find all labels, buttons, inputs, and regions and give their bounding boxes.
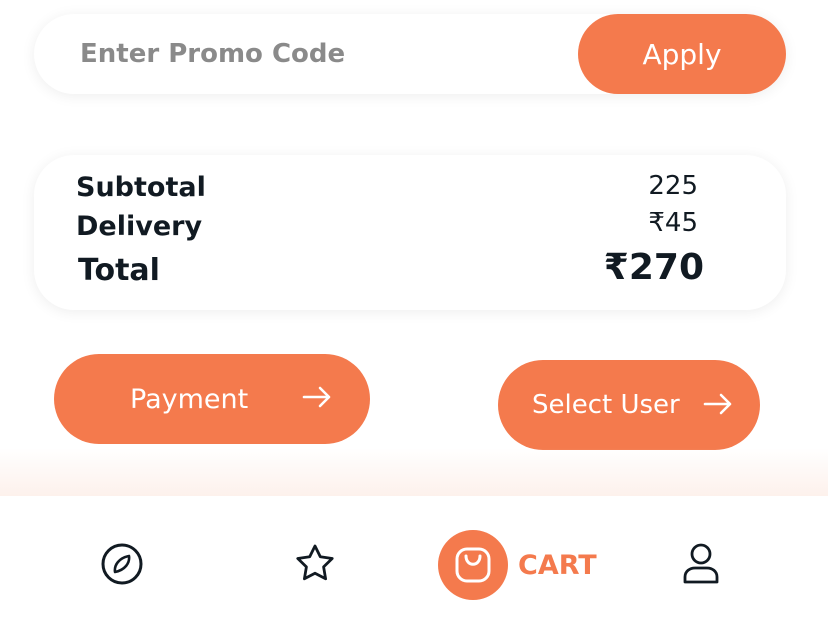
nav-item-cart[interactable]: CART <box>438 530 597 600</box>
select-user-button-label: Select User <box>532 390 680 420</box>
promo-code-input[interactable] <box>80 14 580 94</box>
arrow-right-icon <box>703 393 732 415</box>
subtotal-value: 225 <box>648 171 698 201</box>
nav-item-cart-label: CART <box>518 549 597 581</box>
user-icon <box>683 543 719 584</box>
payment-button[interactable]: Payment <box>54 354 370 444</box>
nav-item-favorites[interactable] <box>293 542 337 586</box>
nav-shadow-fade <box>0 448 828 496</box>
total-label: Total <box>78 253 160 288</box>
bottom-nav: CART <box>0 496 828 644</box>
delivery-value: ₹45 <box>648 208 698 238</box>
order-summary-card: Subtotal 225 Delivery ₹45 Total ₹270 <box>34 155 786 310</box>
subtotal-label: Subtotal <box>76 172 206 203</box>
delivery-label: Delivery <box>76 211 203 242</box>
compass-icon <box>101 543 143 585</box>
shopping-bag-icon <box>455 547 491 583</box>
arrow-right-icon <box>302 386 331 408</box>
promo-code-bar: Apply <box>34 14 786 94</box>
select-user-button[interactable]: Select User <box>498 360 760 450</box>
apply-button[interactable]: Apply <box>578 14 786 94</box>
payment-button-label: Payment <box>130 383 249 415</box>
cart-icon-circle <box>438 530 508 600</box>
nav-item-profile[interactable] <box>681 542 721 586</box>
total-value: ₹270 <box>603 247 704 288</box>
star-icon <box>296 544 334 581</box>
nav-item-explore[interactable] <box>100 542 144 586</box>
